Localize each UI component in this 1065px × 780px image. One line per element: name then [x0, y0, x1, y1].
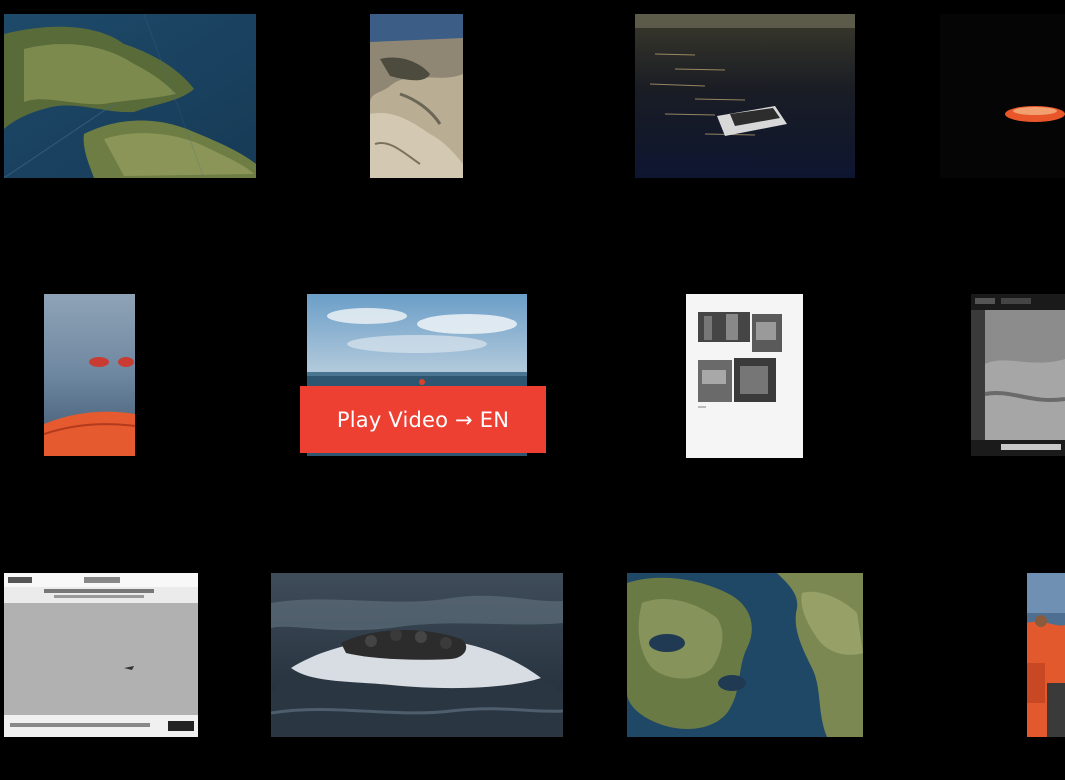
thumbnail-people-in-life-vests[interactable]	[1027, 573, 1065, 737]
thumbnail-image	[627, 573, 863, 737]
thumbnail-image	[44, 294, 135, 456]
thumbnail-image	[4, 14, 256, 178]
thumbnail-aerial-rocky-shore[interactable]	[370, 14, 463, 178]
thumbnail-image	[271, 573, 563, 737]
thumbnail-image	[370, 14, 463, 178]
thumbnail-image	[686, 294, 803, 458]
thumbnail-document-with-photos[interactable]	[686, 294, 803, 458]
thumbnail-radar-screen-grey[interactable]	[4, 573, 198, 737]
thumbnail-satellite-coastline-map[interactable]	[4, 14, 256, 178]
play-video-en-button[interactable]: Play Video → EN	[300, 386, 546, 453]
thumbnail-satellite-island-map[interactable]	[627, 573, 863, 737]
thumbnail-boat-at-sunset-sea[interactable]	[635, 14, 855, 178]
thumbnail-image	[635, 14, 855, 178]
thumbnail-thermal-surveillance-screen[interactable]	[971, 294, 1065, 456]
thumbnail-image	[1027, 573, 1065, 737]
thumbnail-image	[971, 294, 1065, 456]
thumbnail-orange-dinghy-at-night[interactable]	[940, 14, 1065, 178]
thumbnail-image	[940, 14, 1065, 178]
thumbnail-capsized-boat-in-waves[interactable]	[271, 573, 563, 737]
thumbnail-sea-with-orange-raft[interactable]	[44, 294, 135, 456]
thumbnail-image	[4, 573, 198, 737]
